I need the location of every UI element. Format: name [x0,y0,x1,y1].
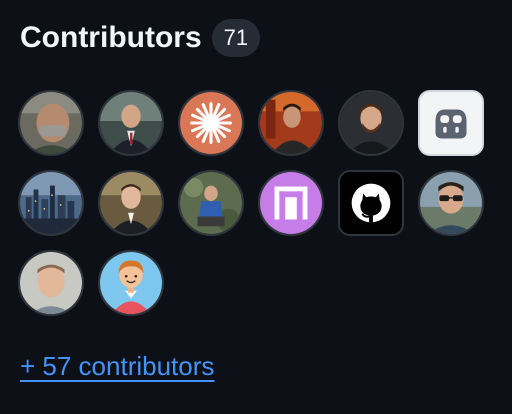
github-logo-icon[interactable] [338,170,404,236]
more-contributors-link[interactable]: + 57 contributors [20,351,214,382]
contributors-title[interactable]: Contributors [20,18,202,58]
contributor-avatar-8[interactable] [98,170,164,236]
copilot-logo-icon[interactable] [418,90,484,156]
contributor-avatar-12[interactable] [418,170,484,236]
contributor-avatar-5[interactable] [338,90,404,156]
starburst-logo-icon[interactable] [178,90,244,156]
cartoon-person-avatar[interactable] [98,250,164,316]
contributors-count-badge: 71 [211,19,261,57]
contributors-panel: Contributors 71 + 57 contributors [0,0,512,414]
contributor-avatar-4[interactable] [258,90,324,156]
contributor-avatar-13[interactable] [18,250,84,316]
city-skyline-avatar[interactable] [18,170,84,236]
contributor-avatar-9[interactable] [178,170,244,236]
n-logo-icon[interactable] [258,170,324,236]
contributors-header: Contributors 71 [20,18,261,58]
contributor-avatar-1[interactable] [18,90,84,156]
contributor-avatar-2[interactable] [98,90,164,156]
